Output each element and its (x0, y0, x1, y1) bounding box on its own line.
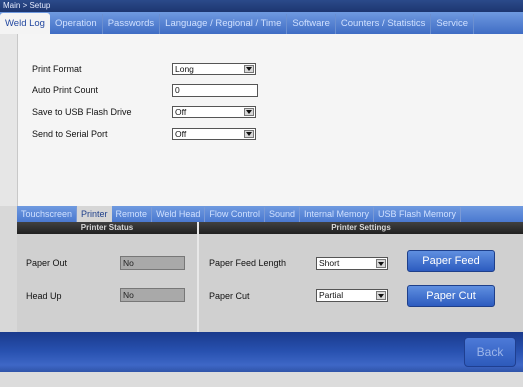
send-serial-select[interactable]: Off (172, 128, 256, 140)
paper-out-label: Paper Out (26, 258, 68, 268)
save-usb-row: Save to USB Flash Drive Off (32, 105, 256, 119)
sub-tab-bar: Touchscreen Printer Remote Weld Head Flo… (17, 206, 523, 222)
send-serial-label: Send to Serial Port (32, 129, 108, 139)
tab-internal-memory[interactable]: Internal Memory (300, 207, 374, 222)
paper-feed-length-label: Paper Feed Length (209, 258, 287, 268)
send-serial-row: Send to Serial Port Off (32, 127, 256, 141)
back-button[interactable]: Back (464, 337, 516, 367)
save-usb-select[interactable]: Off (172, 106, 256, 118)
printer-status-section: Printer Status (17, 222, 197, 332)
paper-feed-button[interactable]: Paper Feed (407, 250, 495, 272)
tab-service[interactable]: Service (431, 14, 475, 34)
dropdown-arrow-icon[interactable] (244, 130, 254, 138)
breadcrumb: Main > Setup (0, 0, 523, 12)
tab-usb-flash-memory[interactable]: USB Flash Memory (374, 207, 462, 222)
dropdown-arrow-icon[interactable] (376, 291, 386, 300)
tab-touchscreen[interactable]: Touchscreen (17, 207, 78, 222)
paper-feed-length-value: Short (319, 258, 340, 268)
tab-sound[interactable]: Sound (265, 207, 300, 222)
left-margin (0, 34, 17, 206)
print-format-value: Long (175, 64, 194, 74)
paper-feed-length-select[interactable]: Short (316, 257, 388, 270)
print-format-select[interactable]: Long (172, 63, 256, 75)
printer-status-title: Printer Status (17, 222, 197, 234)
printer-settings-title: Printer Settings (199, 222, 523, 234)
left-margin-lower (0, 206, 17, 332)
paper-out-value: No (120, 256, 185, 270)
save-usb-label: Save to USB Flash Drive (32, 107, 132, 117)
print-format-row: Print Format Long (32, 62, 256, 76)
paper-cut-value: Partial (319, 290, 344, 300)
footer-bar (0, 332, 523, 387)
tab-weld-head[interactable]: Weld Head (152, 207, 206, 222)
weld-log-panel: Print Format Long Auto Print Count 0 Sav… (17, 34, 523, 206)
footer-band (0, 372, 523, 387)
dropdown-arrow-icon[interactable] (244, 108, 254, 116)
tab-passwords[interactable]: Passwords (103, 14, 161, 34)
tab-remote[interactable]: Remote (112, 207, 153, 222)
tab-language-regional-time[interactable]: Language / Regional / Time (160, 14, 288, 34)
print-format-label: Print Format (32, 64, 82, 74)
auto-print-count-input[interactable]: 0 (172, 83, 258, 97)
top-tab-bar: Weld Log Operation Passwords Language / … (0, 12, 523, 34)
paper-cut-button[interactable]: Paper Cut (407, 285, 495, 307)
tab-counters-statistics[interactable]: Counters / Statistics (336, 14, 432, 34)
auto-print-count-label: Auto Print Count (32, 85, 99, 95)
head-up-value: No (120, 288, 185, 302)
tab-weld-log[interactable]: Weld Log (0, 13, 50, 34)
save-usb-value: Off (175, 107, 187, 117)
tab-flow-control[interactable]: Flow Control (205, 207, 265, 222)
auto-print-count-row: Auto Print Count 0 (32, 83, 258, 97)
tab-printer[interactable]: Printer (77, 206, 112, 222)
send-serial-value: Off (175, 129, 187, 139)
dropdown-arrow-icon[interactable] (244, 65, 254, 73)
dropdown-arrow-icon[interactable] (376, 259, 386, 268)
tab-operation[interactable]: Operation (50, 14, 103, 34)
head-up-label: Head Up (26, 291, 62, 301)
paper-cut-label: Paper Cut (209, 291, 250, 301)
printer-settings-section: Printer Settings (199, 222, 523, 332)
paper-cut-select[interactable]: Partial (316, 289, 388, 302)
tab-software[interactable]: Software (287, 14, 336, 34)
